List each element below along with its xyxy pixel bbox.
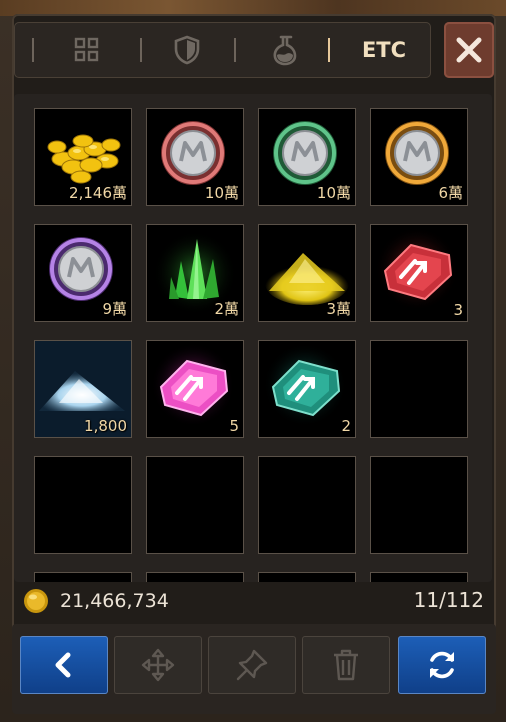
- inventory-slot-purple-coin[interactable]: 9萬: [34, 224, 132, 322]
- inventory-slot-green-crystal[interactable]: 2萬: [146, 224, 244, 322]
- refresh-icon: [430, 651, 454, 679]
- inventory-window: ETC 2,146萬 10萬 10萬 6萬 9萬 2萬 3萬 3 1,800 5…: [0, 0, 506, 722]
- inventory-slot-empty[interactable]: [370, 340, 468, 438]
- back-arrow-icon: [55, 652, 71, 678]
- inventory-slot-red-coin[interactable]: 10萬: [146, 108, 244, 206]
- tab-separator: [140, 38, 142, 62]
- item-quantity: 2: [341, 417, 351, 435]
- inventory-slot-empty[interactable]: [146, 456, 244, 554]
- close-icon: [456, 37, 482, 63]
- tab-etc[interactable]: ETC: [344, 30, 424, 70]
- grid-icon: [74, 37, 99, 62]
- currency-display: 21,466,734: [22, 586, 169, 616]
- close-button[interactable]: [444, 22, 494, 78]
- item-quantity: 2萬: [214, 300, 239, 318]
- item-quantity: 3萬: [326, 300, 351, 318]
- refresh-button[interactable]: [398, 636, 486, 694]
- item-quantity: 10萬: [204, 184, 239, 202]
- pin-button[interactable]: [208, 636, 296, 694]
- potion-icon: [273, 35, 297, 66]
- inventory-slot-empty[interactable]: [258, 456, 356, 554]
- tab-equipment[interactable]: [164, 30, 210, 70]
- move-button[interactable]: [114, 636, 202, 694]
- inventory-capacity: 11/112: [413, 588, 484, 612]
- inventory-slot-gold-dust[interactable]: 3萬: [258, 224, 356, 322]
- item-quantity: 9萬: [102, 300, 127, 318]
- inventory-slot-teal-stone[interactable]: 2: [258, 340, 356, 438]
- inventory-slot-empty[interactable]: [34, 456, 132, 554]
- category-tab-bar: ETC: [14, 22, 431, 78]
- inventory-slot-empty[interactable]: [146, 572, 244, 582]
- tab-separator: [234, 38, 236, 62]
- item-quantity: 5: [229, 417, 239, 435]
- currency-amount: 21,466,734: [60, 590, 169, 612]
- inventory-slot-empty[interactable]: [34, 572, 132, 582]
- pin-icon: [236, 649, 268, 681]
- tab-all[interactable]: [64, 30, 110, 70]
- inventory-slot-empty[interactable]: [258, 572, 356, 582]
- inventory-slot-red-stone[interactable]: 3: [370, 224, 468, 322]
- inventory-slot-empty[interactable]: [370, 456, 468, 554]
- item-quantity: 10萬: [316, 184, 351, 202]
- tab-separator: [32, 38, 34, 62]
- item-quantity: 3: [453, 301, 463, 319]
- item-quantity: 6萬: [438, 184, 463, 202]
- item-quantity: 1,800: [84, 417, 127, 435]
- back-button[interactable]: [20, 636, 108, 694]
- inventory-slot-pink-stone[interactable]: 5: [146, 340, 244, 438]
- inventory-slot-gold-coins[interactable]: 2,146萬: [34, 108, 132, 206]
- item-quantity: 2,146萬: [69, 184, 127, 202]
- inventory-grid: 2,146萬 10萬 10萬 6萬 9萬 2萬 3萬 3 1,800 5 2: [14, 94, 492, 582]
- tab-etc-label: ETC: [361, 38, 407, 62]
- shield-icon: [174, 35, 200, 65]
- tab-consumables[interactable]: [262, 30, 308, 70]
- delete-button[interactable]: [302, 636, 390, 694]
- trash-icon: [334, 649, 358, 681]
- inventory-slot-gold-coin[interactable]: 6萬: [370, 108, 468, 206]
- inventory-slot-silver-dust[interactable]: 1,800: [34, 340, 132, 438]
- inventory-slot-green-coin[interactable]: 10萬: [258, 108, 356, 206]
- inventory-slot-empty[interactable]: [370, 572, 468, 582]
- tab-separator-active: [328, 38, 330, 62]
- gold-coin-icon: [24, 589, 48, 613]
- move-icon: [141, 648, 175, 682]
